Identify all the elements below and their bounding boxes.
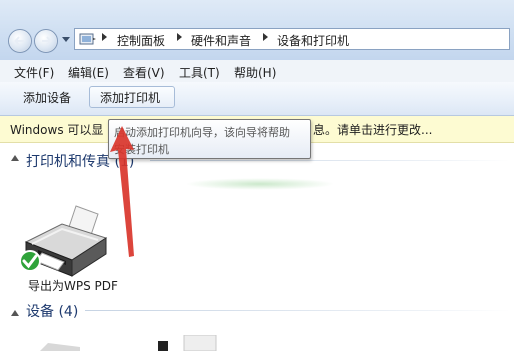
- devices-group-title[interactable]: 设备 (4): [26, 301, 78, 321]
- breadcrumb-separator: [102, 33, 107, 41]
- menu-view[interactable]: 查看(V): [123, 64, 165, 81]
- devices-content-pane: 打印机和传真 (1) 导出为WPS PDF 设备 (4): [0, 143, 514, 351]
- collapse-devices-icon[interactable]: [11, 310, 19, 316]
- info-bar-text-start: Windows 可以显: [10, 123, 104, 137]
- group-divider: [85, 310, 510, 311]
- checkmark-icon: [19, 250, 41, 272]
- add-printer-button[interactable]: 添加打印机: [89, 86, 175, 108]
- address-field[interactable]: 控制面板 硬件和声音 设备和打印机: [74, 28, 510, 50]
- device-thumbnail-icon[interactable]: [158, 335, 218, 351]
- breadcrumb-separator[interactable]: [177, 33, 182, 41]
- breadcrumb-control-panel[interactable]: 控制面板: [117, 32, 165, 49]
- back-button[interactable]: [8, 29, 32, 53]
- menu-bar: 文件(F) 编辑(E) 查看(V) 工具(T) 帮助(H): [0, 60, 514, 82]
- breadcrumb-hardware-sound[interactable]: 硬件和声音: [191, 32, 251, 49]
- menu-tools[interactable]: 工具(T): [179, 64, 220, 81]
- forward-button[interactable]: [34, 29, 58, 53]
- breadcrumb-separator[interactable]: [263, 33, 268, 41]
- control-panel-icon: [79, 33, 96, 45]
- collapse-printers-icon[interactable]: [11, 155, 19, 161]
- command-bar: 添加设备 添加打印机: [0, 82, 514, 116]
- breadcrumb-devices-printers[interactable]: 设备和打印机: [277, 32, 349, 49]
- group-divider: [150, 160, 510, 161]
- printer-name-label[interactable]: 导出为WPS PDF: [28, 277, 118, 294]
- address-bar-region: 控制面板 硬件和声音 设备和打印机: [0, 0, 514, 61]
- forward-arrow-icon: [42, 36, 52, 46]
- selection-glow: [185, 178, 335, 190]
- device-thumbnail-icon[interactable]: [40, 341, 80, 351]
- printer-icon[interactable]: [18, 204, 110, 279]
- back-arrow-icon: [14, 36, 24, 46]
- menu-edit[interactable]: 编辑(E): [68, 64, 109, 81]
- menu-file[interactable]: 文件(F): [14, 64, 54, 81]
- annotation-arrow-icon: [110, 126, 134, 257]
- recent-pages-dropdown[interactable]: [62, 37, 70, 42]
- add-device-button[interactable]: 添加设备: [12, 86, 82, 108]
- info-bar-text-end: 息。请单击进行更改...: [313, 123, 433, 137]
- menu-help[interactable]: 帮助(H): [234, 64, 276, 81]
